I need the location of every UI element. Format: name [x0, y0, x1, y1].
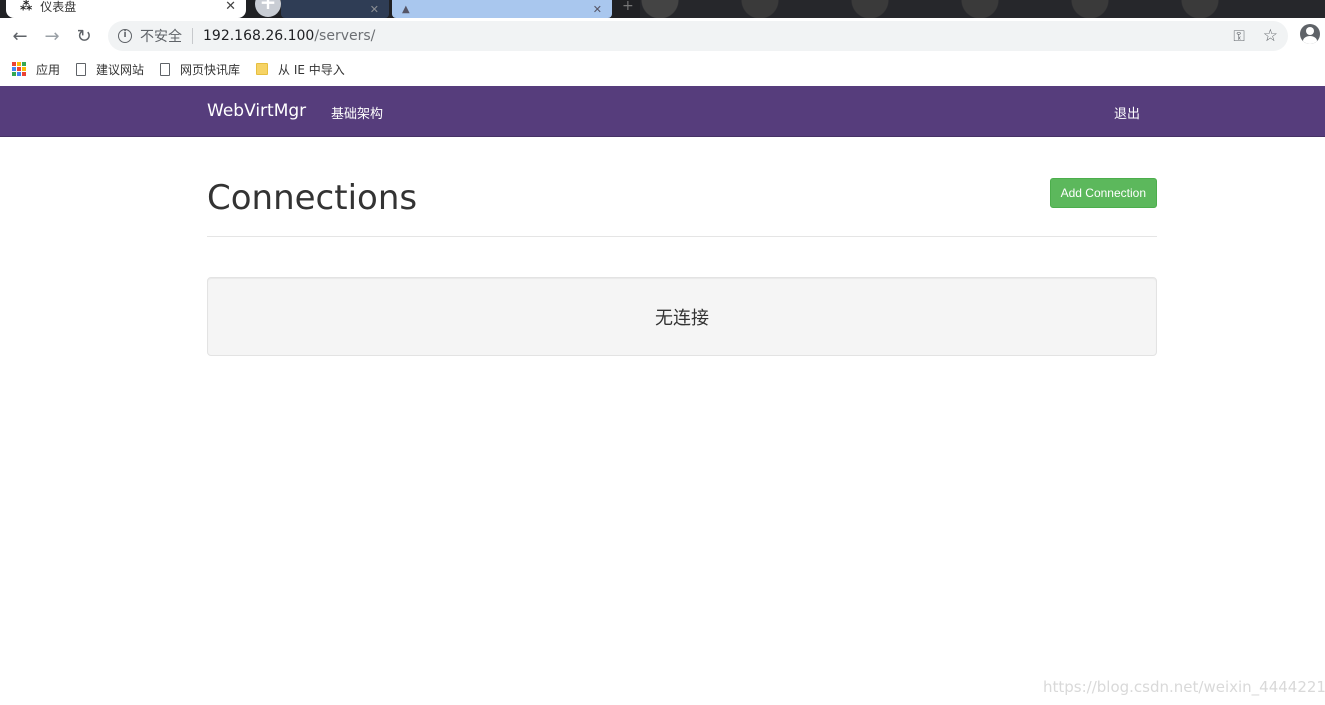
bookmarks-bar: 应用 建议网站 网页快讯库 从 IE 中导入 [0, 54, 1325, 84]
apps-grid-dot [17, 62, 21, 66]
tab-favicon-icon: ▲ [402, 3, 410, 15]
apps-grid-dot [22, 67, 26, 71]
forward-arrow-icon[interactable]: → [36, 20, 68, 52]
tab-title: 仪表盘 [40, 0, 77, 14]
new-tab-plus-icon[interactable]: + [255, 0, 281, 17]
brand-link[interactable]: WebVirtMgr [207, 101, 306, 121]
apps-grid-dot [12, 67, 16, 71]
browser-toolbar: ← → ↻ i 不安全 192.168.26.100/servers/ ⚿ ☆ [0, 18, 1325, 54]
tab-close-icon[interactable]: ✕ [225, 0, 236, 14]
page-icon [76, 62, 87, 76]
folder-icon [256, 63, 269, 75]
apps-grid-dot [22, 62, 26, 66]
browser-tab-3[interactable]: ▲ ✕ [392, 0, 612, 18]
bookmark-web-slice-gallery[interactable]: 网页快讯库 [160, 61, 240, 78]
watermark-text: https://blog.csdn.net/weixin_44442217 [1043, 678, 1325, 696]
tab-strip-background [640, 0, 1325, 18]
url-host[interactable]: 192.168.26.100 [203, 28, 314, 44]
apps-grid-dot [17, 67, 21, 71]
bookmark-label: 网页快讯库 [180, 62, 241, 77]
apps-grid-dot [17, 72, 21, 76]
browser-tab-active[interactable]: ⁂ 仪表盘 ✕ [6, 0, 246, 18]
bookmark-label: 建议网站 [96, 62, 145, 77]
reload-icon[interactable]: ↻ [68, 20, 100, 52]
empty-connections-well: 无连接 [207, 277, 1157, 356]
address-separator [192, 28, 193, 44]
bookmark-apps[interactable]: 应用 [12, 61, 60, 78]
info-icon[interactable]: i [118, 29, 132, 43]
browser-tab-strip: ⁂ 仪表盘 ✕ + ✕ ▲ ✕ + [0, 0, 1325, 18]
profile-avatar-icon[interactable] [1300, 24, 1320, 44]
add-connection-button[interactable]: Add Connection [1049, 178, 1157, 208]
new-tab-plus-icon[interactable]: + [622, 0, 634, 14]
page-title: Connections [207, 178, 418, 218]
back-arrow-icon[interactable]: ← [4, 20, 36, 52]
apps-grid-dot [12, 72, 16, 76]
tab-close-icon[interactable]: ✕ [370, 3, 379, 16]
bookmark-suggested-sites[interactable]: 建议网站 [76, 61, 144, 78]
bookmark-label: 应用 [36, 62, 61, 77]
bookmark-import-from-ie[interactable]: 从 IE 中导入 [256, 61, 345, 78]
tab-favicon-icon: ⁂ [20, 0, 33, 13]
nav-link-infrastructure[interactable]: 基础架构 [331, 103, 383, 122]
key-icon[interactable]: ⚿ [1233, 27, 1244, 45]
address-bar[interactable]: i 不安全 192.168.26.100/servers/ ⚿ ☆ [108, 21, 1288, 51]
browser-tab-2[interactable]: ✕ [281, 0, 389, 18]
app-navbar: WebVirtMgr 基础架构 退出 [0, 86, 1325, 137]
bookmark-label: 从 IE 中导入 [278, 62, 345, 77]
page-icon [160, 62, 171, 76]
empty-message: 无连接 [655, 307, 709, 329]
url-path[interactable]: /servers/ [314, 28, 375, 44]
apps-grid-icon [12, 62, 26, 76]
apps-grid-dot [12, 62, 16, 66]
logout-link[interactable]: 退出 [1114, 103, 1140, 122]
bookmark-star-icon[interactable]: ☆ [1263, 26, 1278, 46]
apps-grid-dot [22, 72, 26, 76]
security-label[interactable]: 不安全 [140, 26, 182, 46]
page-header: Connections Add Connection [207, 176, 1157, 237]
tab-close-icon[interactable]: ✕ [593, 3, 602, 16]
